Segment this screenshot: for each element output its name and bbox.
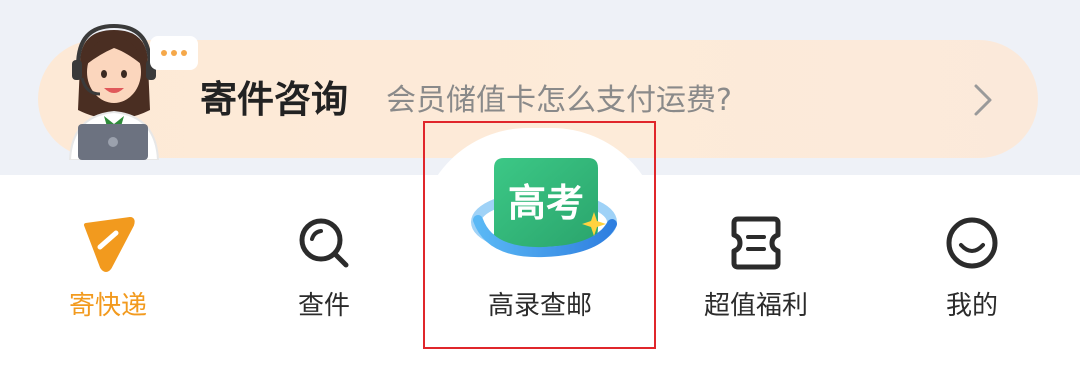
gaokao-badge-icon[interactable]: 高考 <box>470 150 618 270</box>
nav-item-benefits[interactable]: 超值福利 <box>666 175 846 391</box>
nav-label-gaokao: 高录查邮 <box>487 291 592 321</box>
nav-label-send-parcel: 寄快递 <box>68 291 147 321</box>
gaokao-badge-text: 高考 <box>508 181 584 225</box>
nav-label-mine: 我的 <box>945 291 998 321</box>
search-icon <box>299 218 349 268</box>
coupon-icon <box>731 216 781 270</box>
chat-bubble-icon <box>150 36 198 70</box>
nav-item-mine[interactable]: 我的 <box>882 175 1062 391</box>
consult-title: 寄件咨询 <box>200 78 348 121</box>
nav-item-track[interactable]: 查件 <box>234 175 414 391</box>
smiley-icon <box>946 217 998 269</box>
nav-label-benefits: 超值福利 <box>703 291 808 321</box>
nav-item-send-parcel[interactable]: 寄快递 <box>18 175 198 391</box>
consult-question-link[interactable]: 会员储值卡怎么支付运费? <box>386 80 732 122</box>
chevron-right-icon[interactable] <box>966 82 998 118</box>
nav-label-track: 查件 <box>297 291 350 321</box>
send-parcel-icon <box>84 217 135 272</box>
